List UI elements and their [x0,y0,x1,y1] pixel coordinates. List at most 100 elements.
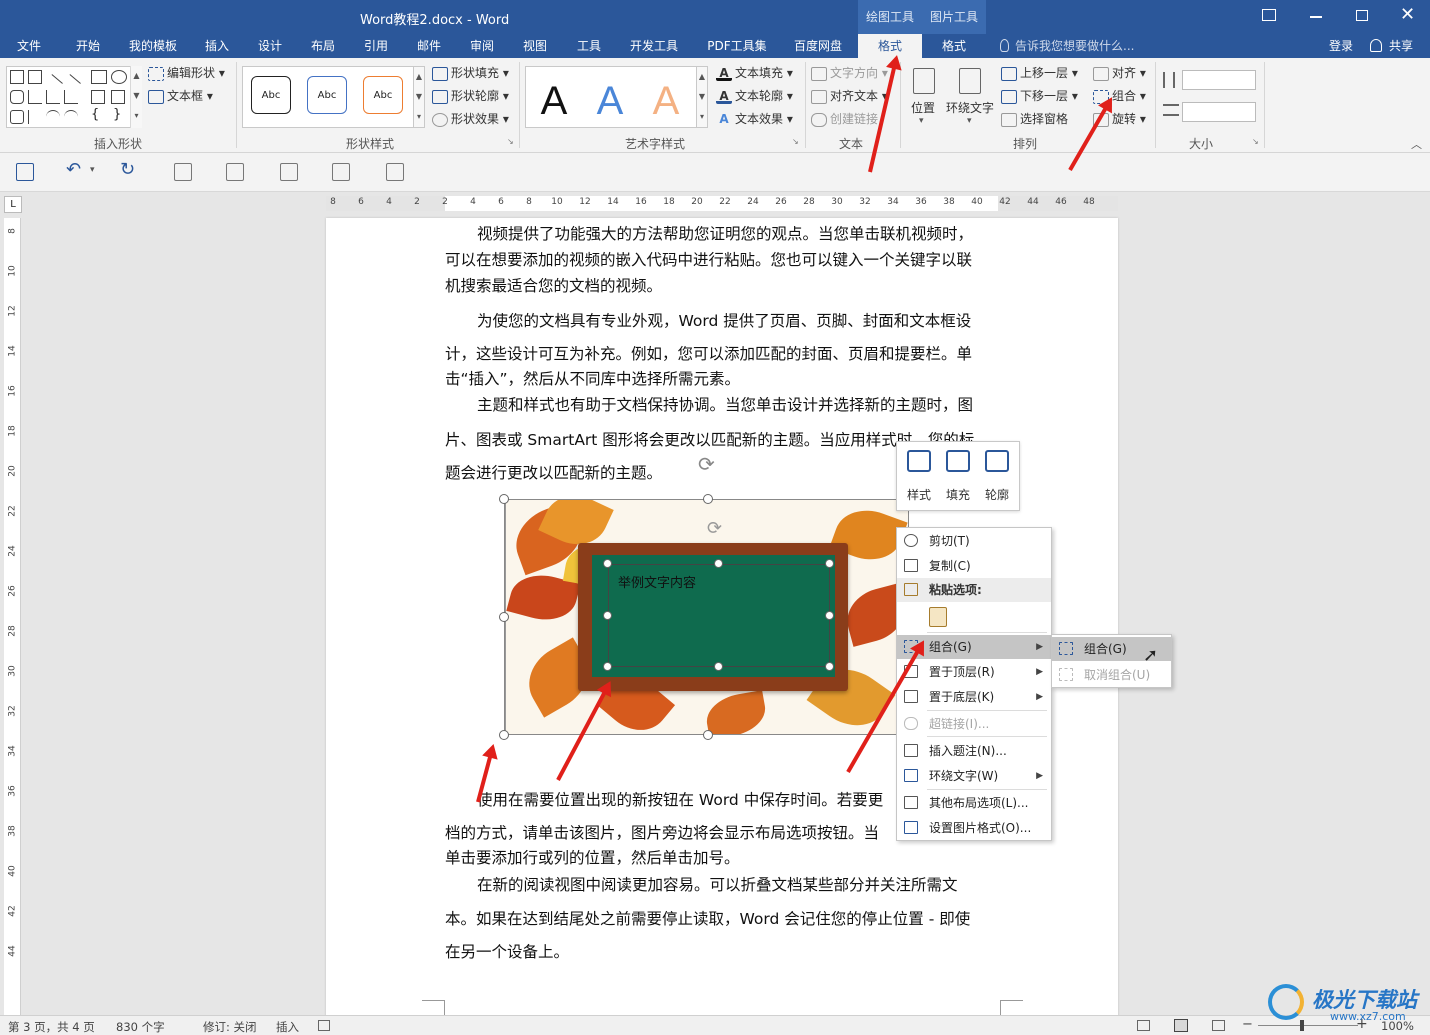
tab-my-templates[interactable]: 我的模板 [123,34,183,58]
track-changes-status[interactable]: 修订: 关闭 [203,1019,257,1035]
elbow-connector-shape-icon[interactable] [46,90,60,104]
mini-fill-button[interactable]: 填充 [943,486,973,503]
shape-outline-button[interactable]: 形状轮廓 ▾ [432,86,509,106]
brace-left-shape-icon[interactable]: { [91,107,99,122]
ribbon-display-options-icon[interactable] [1262,9,1276,21]
arc-shape-icon[interactable] [46,110,60,124]
mini-outline-button[interactable]: 轮廓 [982,486,1012,503]
print-icon[interactable] [226,163,244,181]
oval-shape-icon[interactable] [111,70,127,84]
text-direction-button[interactable]: 文字方向 ▾ [811,63,888,83]
rectangle-shape-icon[interactable] [91,70,107,84]
insert-mode-status[interactable]: 插入 [276,1019,299,1035]
text-box-shape-icon[interactable] [10,70,24,84]
web-layout-view-icon[interactable] [1212,1020,1225,1031]
tell-me-box[interactable]: 告诉我您想要做什么... [1015,34,1134,58]
text-box-button[interactable]: 文本框 ▾ [148,86,213,106]
tab-design[interactable]: 设计 [252,34,288,58]
maximize-button[interactable] [1356,10,1368,21]
menu-item-copy[interactable]: 复制(C) [897,554,1051,578]
resize-handle[interactable] [703,730,713,740]
send-backward-button[interactable]: 下移一层 ▾ [1001,86,1078,106]
close-button[interactable]: ✕ [1400,4,1415,25]
tab-insert[interactable]: 插入 [199,34,235,58]
shapes-gallery-scroll[interactable]: ▲ ▼ ▾ [130,66,142,128]
undo-dropdown-icon[interactable]: ▾ [90,165,95,175]
wordart-gallery[interactable]: A A A [525,66,697,128]
textbox-rotate-handle-icon[interactable]: ⟳ [707,518,722,539]
resize-handle[interactable] [825,559,834,568]
menu-item-insert-caption[interactable]: 插入题注(N)... [897,739,1051,763]
vertical-text-shape-icon[interactable] [28,70,42,84]
shape-styles-scroll[interactable]: ▲ ▼ ▾ [413,66,425,128]
triangle-shape-icon[interactable] [28,90,42,104]
touch-mode-icon[interactable] [332,163,350,181]
zoom-slider-thumb[interactable] [1300,1020,1304,1031]
print-layout-view-icon[interactable] [1174,1019,1188,1032]
wordart-style-orange[interactable]: A [646,79,686,123]
resize-handle[interactable] [714,662,723,671]
create-link-button[interactable]: 创建链接 [811,109,878,129]
menu-item-more-layout-options[interactable]: 其他布局选项(L)... [897,791,1051,815]
resize-handle[interactable] [603,662,612,671]
shape-styles-gallery[interactable]: Abc Abc Abc [242,66,414,128]
word-count[interactable]: 830 个字 [116,1019,165,1035]
read-mode-view-icon[interactable] [1137,1020,1150,1031]
size-launcher-icon[interactable]: ↘ [1252,137,1259,146]
menu-item-wrap-text[interactable]: 环绕文字(W) ▶ [897,764,1051,788]
resize-handle[interactable] [714,559,723,568]
tab-references[interactable]: 引用 [358,34,394,58]
rounded-rect-shape-icon[interactable] [10,90,24,104]
tab-home[interactable]: 开始 [70,34,106,58]
shape-style-blue[interactable]: Abc [307,76,347,114]
shape-style-orange[interactable]: Abc [363,76,403,114]
login-link[interactable]: 登录 [1326,34,1356,58]
textbox-content[interactable]: 举例文字内容 [618,572,696,591]
tab-layout[interactable]: 布局 [305,34,341,58]
wrap-text-button[interactable]: 环绕文字 [946,98,994,118]
rotate-handle-icon[interactable]: ⟳ [698,452,715,476]
text-outline-button[interactable]: A 文本轮廓 ▾ [716,86,793,106]
resize-handle[interactable] [825,662,834,671]
paste-picture-icon[interactable] [929,607,947,627]
resize-handle[interactable] [603,559,612,568]
shape-fill-button[interactable]: 形状填充 ▾ [432,63,509,83]
redo-icon[interactable]: ↻ [120,159,135,180]
page-count[interactable]: 第 3 页，共 4 页 [8,1019,95,1035]
wordart-scroll[interactable]: ▲ ▼ ▾ [696,66,708,128]
wordart-style-blue[interactable]: A [590,79,630,123]
wrap-dropdown-icon[interactable]: ▾ [967,116,972,126]
mini-style-button[interactable]: 样式 [904,486,934,503]
position-button[interactable]: 位置 [911,98,935,118]
resize-handle[interactable] [825,611,834,620]
text-fill-button[interactable]: A 文本填充 ▾ [716,63,793,83]
elbow-arrow-shape-icon[interactable] [64,90,78,104]
tab-mailings[interactable]: 邮件 [411,34,447,58]
tab-pdf-tools[interactable]: PDF工具集 [702,34,772,58]
resize-handle[interactable] [703,494,713,504]
curve-shape-icon[interactable] [64,110,78,124]
menu-item-hyperlink[interactable]: 超链接(I)... [897,712,1051,736]
down-arrow-shape-icon[interactable] [111,90,125,104]
menu-item-send-to-back[interactable]: 置于底层(K) ▶ [897,685,1051,709]
shape-effect-button[interactable]: 形状效果 ▾ [432,109,509,129]
text-effect-button[interactable]: A 文本效果 ▾ [716,109,793,129]
tab-file[interactable]: 文件 [12,34,46,58]
undo-icon[interactable]: ↶ [66,159,81,180]
collapse-ribbon-icon[interactable]: ︿ [1411,136,1422,152]
tab-baidu-netdisk[interactable]: 百度网盘 [789,34,847,58]
shape-style-black[interactable]: Abc [251,76,291,114]
share-button[interactable]: 共享 [1386,34,1416,58]
menu-item-bring-to-front[interactable]: 置于顶层(R) ▶ [897,660,1051,684]
minimize-button[interactable] [1310,16,1322,18]
edit-shape-button[interactable]: 编辑形状 ▾ [148,63,225,83]
wordart-launcher-icon[interactable]: ↘ [792,137,799,146]
read-mode-icon[interactable] [174,163,192,181]
width-input[interactable] [1182,102,1256,122]
freeform-shape-icon[interactable] [10,110,24,124]
height-input[interactable] [1182,70,1256,90]
align-text-button[interactable]: 对齐文本 ▾ [811,86,888,106]
print-preview-icon[interactable] [280,163,298,181]
zoom-out-icon[interactable]: − [1242,1017,1253,1032]
tab-view[interactable]: 视图 [517,34,553,58]
